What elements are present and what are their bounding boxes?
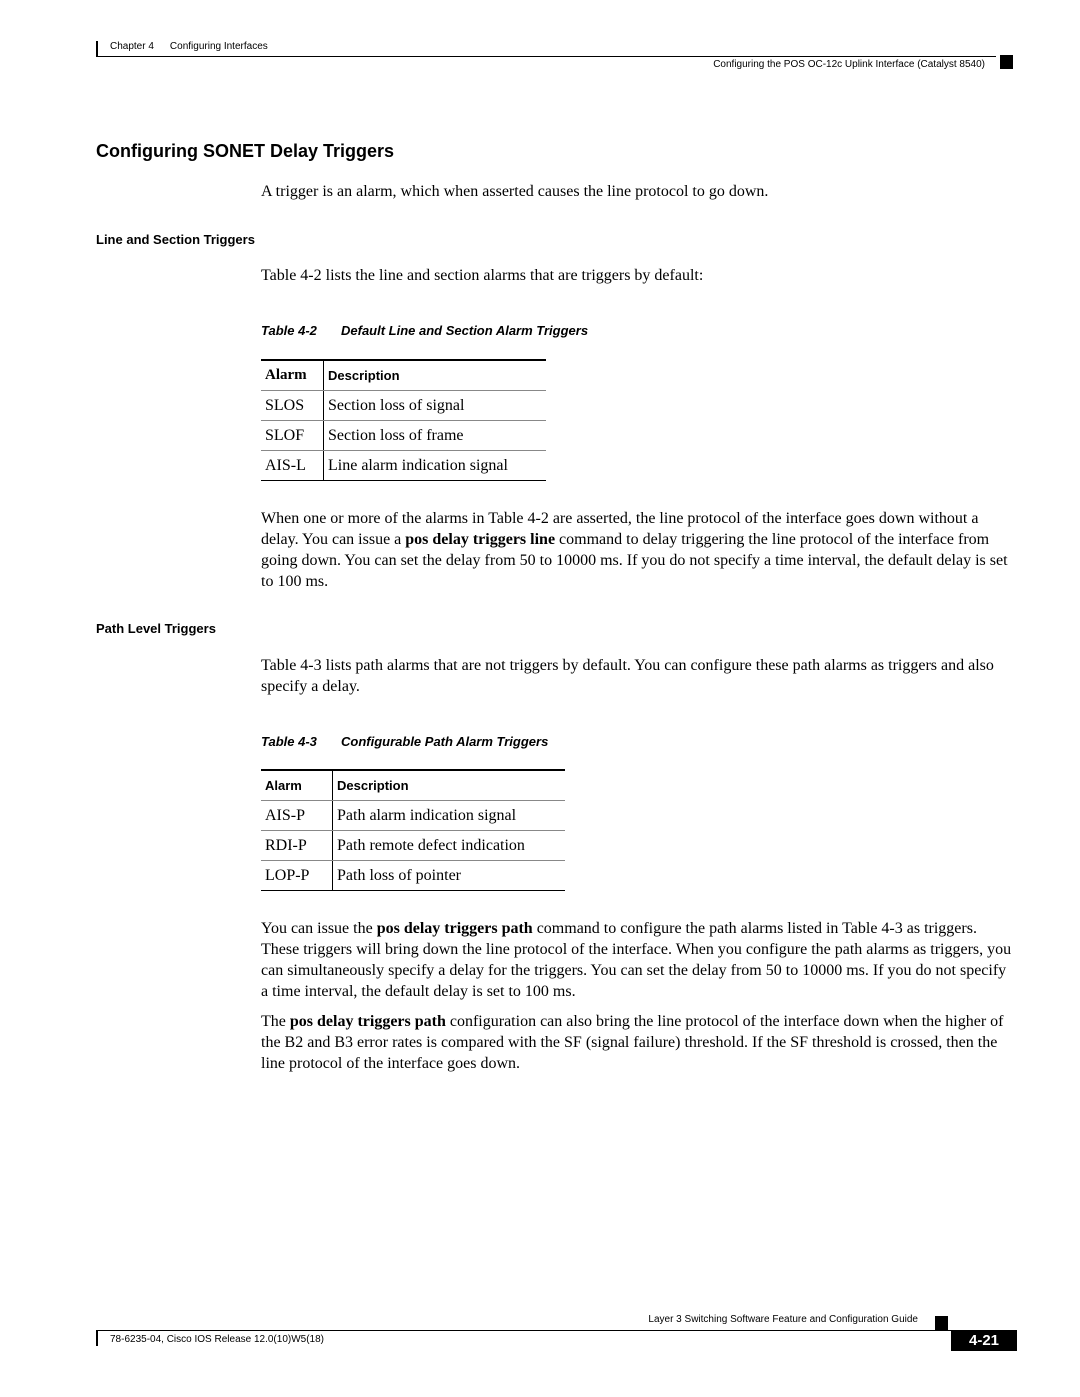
- header-rule: [96, 56, 996, 57]
- footer-rule: [96, 1330, 1016, 1331]
- text-run: The: [261, 1013, 290, 1030]
- alarm-cell: RDI-P: [261, 830, 333, 861]
- line-section-lead: Table 4-2 lists the line and section ala…: [261, 267, 704, 284]
- page-number: 4-21: [951, 1330, 1017, 1351]
- table-row: SLOF Section loss of frame: [261, 420, 546, 451]
- text-run: You can issue the: [261, 920, 377, 937]
- table-header-row: Alarm Description: [261, 360, 546, 391]
- table-caption-number: Table 4-2: [261, 323, 317, 338]
- header-marker: [1000, 55, 1013, 69]
- alarm-cell: SLOS: [261, 390, 324, 421]
- intro-paragraph: A trigger is an alarm, which when assert…: [261, 183, 769, 200]
- table-caption-number: Table 4-3: [261, 734, 317, 749]
- alarm-cell: SLOF: [261, 420, 324, 451]
- chapter-title: Configuring Interfaces: [169, 41, 268, 52]
- alarm-cell: AIS-L: [261, 450, 324, 481]
- footer-guide-title: Layer 3 Switching Software Feature and C…: [648, 1314, 918, 1325]
- line-section-heading: Line and Section Triggers: [96, 232, 255, 247]
- header-bar: [96, 41, 98, 57]
- path-level-heading: Path Level Triggers: [96, 621, 216, 636]
- command-text: pos delay triggers path: [289, 1013, 446, 1030]
- footer-release: 78-6235-04, Cisco IOS Release 12.0(10)W5…: [110, 1334, 324, 1345]
- footer-marker: [935, 1316, 948, 1330]
- footer-bar: [96, 1330, 98, 1346]
- table-row: LOP-P Path loss of pointer: [261, 860, 565, 891]
- path-level-paragraph-1: You can issue the pos delay triggers pat…: [261, 918, 1013, 1002]
- description-cell: Path alarm indication signal: [332, 800, 565, 831]
- alarm-cell: AIS-P: [261, 800, 333, 831]
- description-cell: Path remote defect indication: [332, 830, 565, 861]
- table-4-2-caption: Table 4-2 Default Line and Section Alarm …: [261, 323, 588, 338]
- column-header: Alarm: [261, 770, 333, 801]
- column-header: Description: [332, 770, 565, 801]
- command-text: pos delay triggers path: [376, 920, 533, 937]
- table-row: RDI-P Path remote defect indication: [261, 830, 565, 861]
- description-cell: Line alarm indication signal: [323, 450, 546, 481]
- path-level-paragraph-2: The pos delay triggers path configuratio…: [261, 1011, 1013, 1074]
- table-caption-title: Default Line and Section Alarm Triggers: [341, 323, 589, 338]
- table-caption-title: Configurable Path Alarm Triggers: [341, 734, 549, 749]
- table-4-2: Alarm Description SLOS Section loss of s…: [261, 359, 546, 481]
- column-header: Alarm: [261, 360, 324, 391]
- header-chapter: Chapter 4 Configuring Interfaces: [110, 41, 268, 52]
- path-level-lead: Table 4-3 lists path alarms that are not…: [261, 657, 994, 695]
- description-cell: Section loss of frame: [323, 420, 546, 451]
- chapter-label: Chapter 4: [110, 41, 154, 52]
- table-header-row: Alarm Description: [261, 770, 565, 801]
- table-row: SLOS Section loss of signal: [261, 390, 546, 421]
- running-section-title: Configuring the POS OC-12c Uplink Interf…: [713, 59, 985, 70]
- description-cell: Section loss of signal: [323, 390, 546, 421]
- column-header: Description: [323, 360, 546, 391]
- page-title: Configuring SONET Delay Triggers: [96, 141, 395, 161]
- alarm-cell: LOP-P: [261, 860, 333, 891]
- table-row: AIS-L Line alarm indication signal: [261, 450, 546, 481]
- description-cell: Path loss of pointer: [332, 860, 565, 891]
- command-text: pos delay triggers line: [405, 531, 556, 548]
- line-section-paragraph: When one or more of the alarms in Table …: [261, 508, 1013, 592]
- table-4-3: Alarm Description AIS-P Path alarm indic…: [261, 769, 565, 891]
- table-row: AIS-P Path alarm indication signal: [261, 800, 565, 831]
- table-4-3-caption: Table 4-3 Configurable Path Alarm Trigger…: [261, 734, 548, 749]
